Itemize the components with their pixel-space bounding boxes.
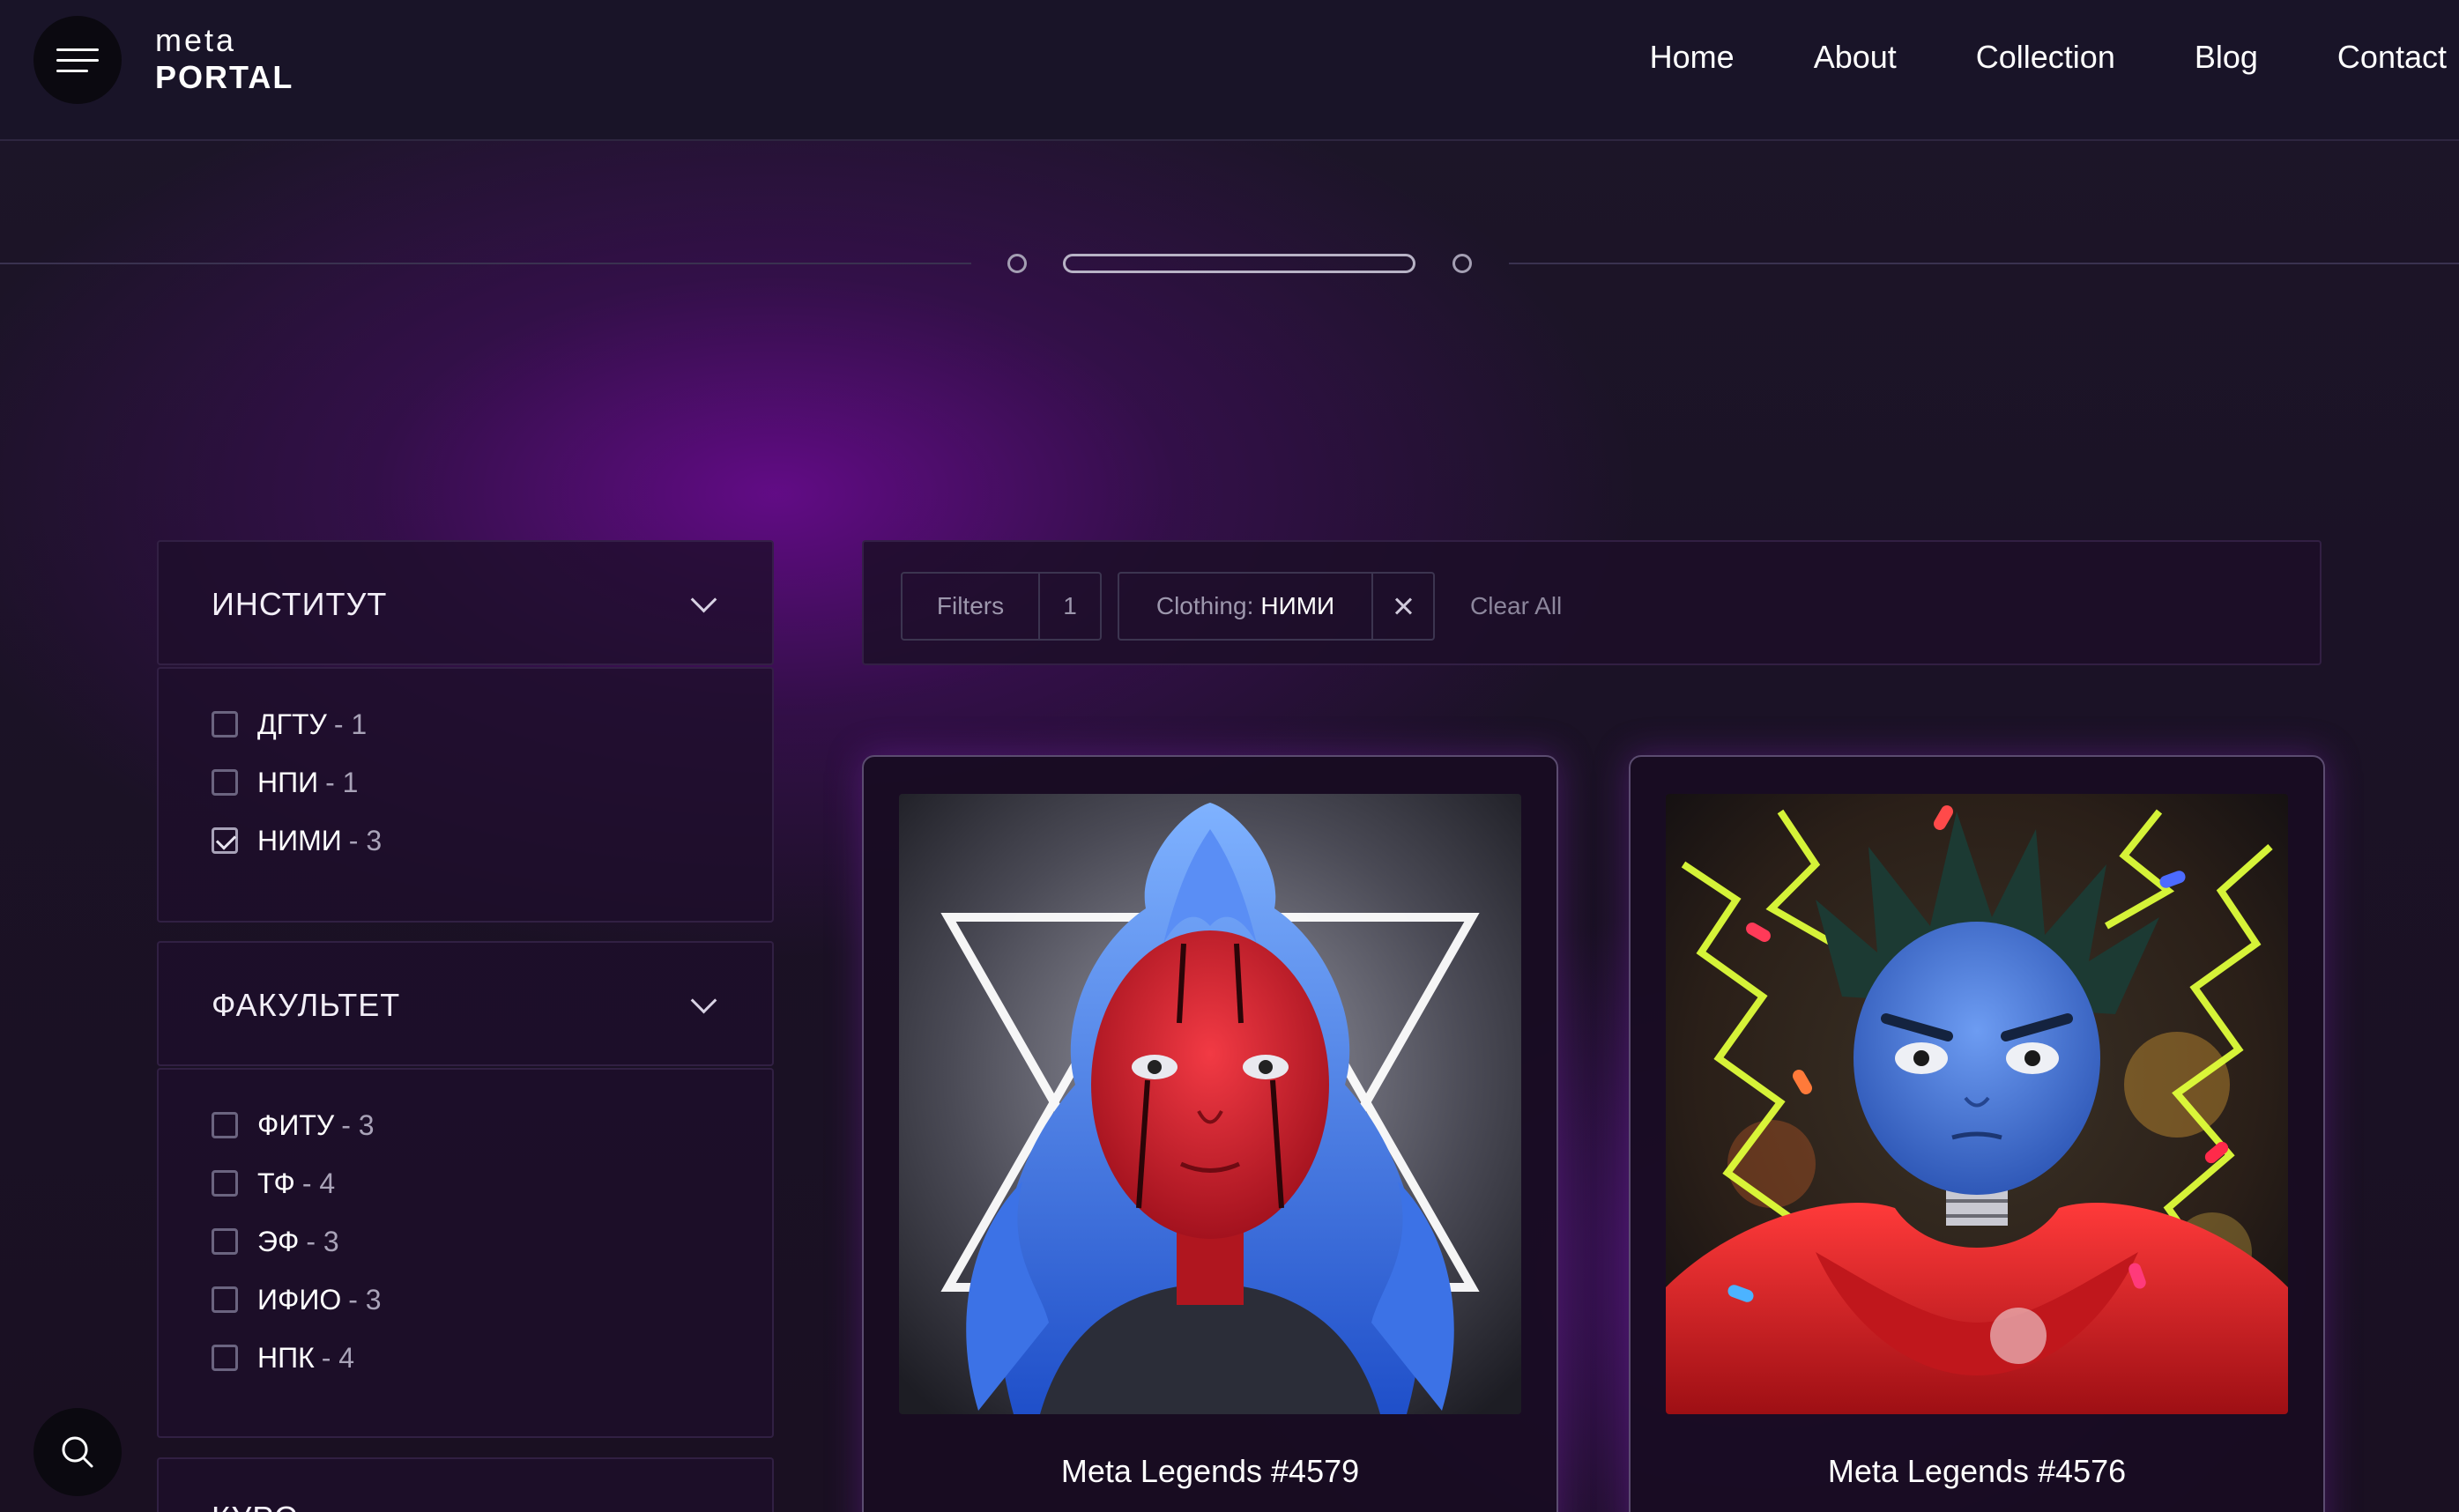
option-label: ТФ — [257, 1167, 295, 1199]
checkbox[interactable] — [212, 1228, 238, 1255]
chevron-down-icon[interactable] — [687, 989, 719, 1021]
active-filter-key: Clothing: — [1155, 592, 1254, 619]
search-button[interactable] — [33, 1408, 122, 1496]
nav-contact[interactable]: Contact — [2337, 39, 2447, 76]
divider-left — [0, 263, 971, 264]
logo[interactable]: meta PORTAL — [155, 25, 293, 93]
option-count: - 3 — [348, 824, 383, 856]
option-label: НИМИ — [257, 824, 342, 856]
active-filter-value: НИМИ — [1260, 592, 1335, 619]
nft-card[interactable]: Meta Legends #4576 — [1629, 755, 2325, 1512]
checkbox[interactable] — [212, 1170, 238, 1197]
active-filter-label: Clothing: НИМИ — [1119, 574, 1371, 639]
slider-dot-prev[interactable] — [1007, 254, 1027, 273]
checkbox[interactable] — [212, 1112, 238, 1138]
nft-title[interactable]: Meta Legends #4579 — [864, 1453, 1556, 1490]
filters-count: 1 — [1038, 574, 1100, 639]
search-icon — [62, 1436, 93, 1468]
nft-title[interactable]: Meta Legends #4576 — [1631, 1453, 2323, 1490]
site-header: meta PORTAL Home About Collection Blog C… — [0, 0, 2459, 141]
option-label: ФИТУ — [257, 1108, 335, 1141]
option-count: - 1 — [333, 708, 368, 740]
nav-home[interactable]: Home — [1650, 39, 1735, 76]
active-filters-bar: Filters 1 Clothing: НИМИ Clear All — [862, 540, 2322, 665]
hamburger-icon-line — [56, 48, 99, 51]
filters-count-chip[interactable]: Filters 1 — [901, 572, 1102, 641]
filter-group-faculty-header[interactable]: ФАКУЛЬТЕТ — [157, 941, 774, 1066]
clear-all-button[interactable]: Clear All — [1470, 572, 1562, 641]
option-label: НПК — [257, 1341, 315, 1374]
nft-image[interactable] — [899, 794, 1521, 1414]
option-count: - 1 — [325, 766, 359, 798]
slider-dot-next[interactable] — [1452, 254, 1472, 273]
filter-group-institute-body: ДГТУ - 1 НПИ - 1 НИМИ - 3 — [157, 667, 774, 923]
active-filter-chip[interactable]: Clothing: НИМИ — [1118, 572, 1435, 641]
filter-group-faculty-body: ФИТУ - 3 ТФ - 4 ЭФ - 3 ИФИО - 3 НПК - 4 — [157, 1068, 774, 1438]
nav-about[interactable]: About — [1814, 39, 1897, 76]
close-icon — [1393, 596, 1414, 617]
option-count: - 4 — [301, 1167, 336, 1199]
checkbox[interactable] — [212, 1286, 238, 1313]
filter-group-institute-header[interactable]: ИНСТИТУТ — [157, 540, 774, 665]
filters-label: Filters — [936, 592, 1005, 619]
main-nav: Home About Collection Blog Contact — [1571, 39, 2459, 76]
option-label: НПИ — [257, 766, 319, 798]
chevron-down-icon[interactable] — [687, 589, 719, 620]
filter-option[interactable]: ИФИО - 3 — [212, 1271, 719, 1329]
nav-collection[interactable]: Collection — [1976, 39, 2115, 76]
remove-filter-button[interactable] — [1371, 574, 1433, 639]
page: meta PORTAL Home About Collection Blog C… — [0, 0, 2459, 1512]
checkbox-checked[interactable] — [212, 827, 238, 854]
checkbox[interactable] — [212, 1345, 238, 1371]
menu-button[interactable] — [33, 16, 122, 104]
hamburger-icon-line — [56, 58, 99, 62]
filter-group-title: ИНСТИТУТ — [212, 586, 388, 622]
filter-group-course-header[interactable]: КУРС — [157, 1457, 774, 1512]
nft-image[interactable] — [1666, 794, 2288, 1414]
filter-group-title: ФАКУЛЬТЕТ — [212, 987, 401, 1023]
hamburger-icon-line — [56, 69, 88, 72]
option-label: ЭФ — [257, 1225, 300, 1257]
filter-option[interactable]: ФИТУ - 3 — [212, 1096, 719, 1154]
option-label: ДГТУ — [257, 708, 327, 740]
filter-group-title: КУРС — [212, 1500, 298, 1512]
option-count: - 3 — [348, 1283, 382, 1316]
nft-card[interactable]: Meta Legends #4579 — [862, 755, 1558, 1512]
nav-blog[interactable]: Blog — [2195, 39, 2258, 76]
filter-option[interactable]: НПК - 4 — [212, 1329, 719, 1387]
checkbox[interactable] — [212, 769, 238, 796]
logo-bottom: PORTAL — [155, 59, 294, 95]
option-count: - 4 — [321, 1341, 355, 1374]
option-count: - 3 — [341, 1108, 375, 1141]
filter-option[interactable]: ЭФ - 3 — [212, 1212, 719, 1271]
filter-option[interactable]: НИМИ - 3 — [212, 812, 719, 870]
checkbox[interactable] — [212, 711, 238, 737]
option-label: ИФИО — [257, 1283, 342, 1316]
option-count: - 3 — [306, 1225, 339, 1257]
logo-top: meta — [155, 22, 237, 58]
filter-option[interactable]: ДГТУ - 1 — [212, 695, 719, 753]
slider-dot-active[interactable] — [1063, 254, 1415, 273]
divider-right — [1509, 263, 2459, 264]
filter-option[interactable]: ТФ - 4 — [212, 1154, 719, 1212]
filter-option[interactable]: НПИ - 1 — [212, 753, 719, 812]
